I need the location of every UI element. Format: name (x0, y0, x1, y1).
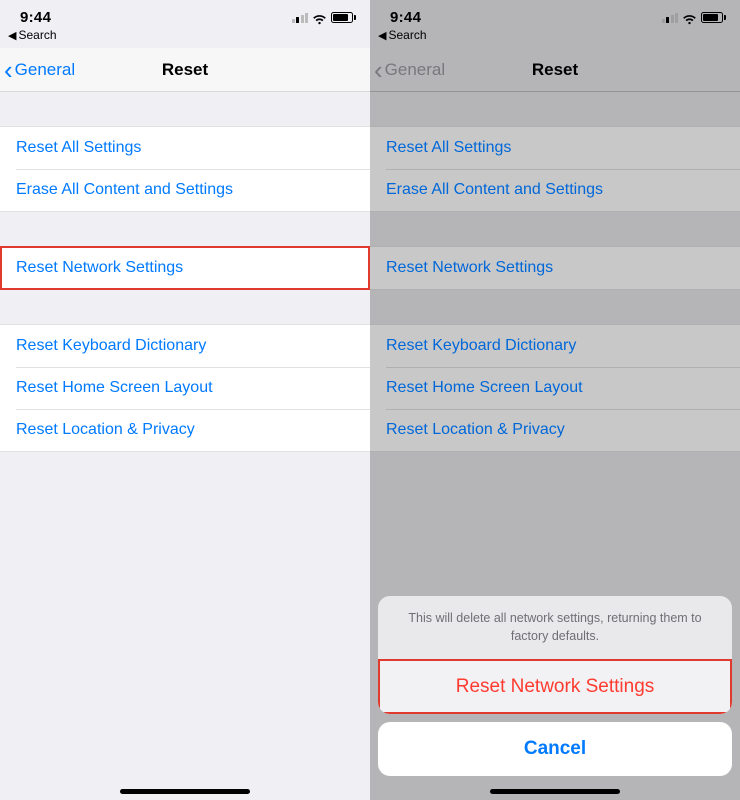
phone-left: 9:44 ◀ Search ‹ General Reset Reset All … (0, 0, 370, 800)
row-reset-keyboard-dictionary[interactable]: Reset Keyboard Dictionary (0, 325, 370, 367)
back-triangle-icon: ◀ (378, 29, 386, 42)
status-bar: 9:44 (370, 0, 740, 28)
status-time: 9:44 (20, 9, 51, 26)
phone-right: 9:44 ◀ Search ‹ General Reset Reset All … (370, 0, 740, 800)
nav-back-label: General (15, 60, 75, 80)
action-sheet-cancel[interactable]: Cancel (378, 722, 732, 776)
action-sheet-confirm[interactable]: Reset Network Settings (378, 659, 732, 714)
action-sheet-message: This will delete all network settings, r… (378, 596, 732, 659)
row-reset-network-settings[interactable]: Reset Network Settings (0, 247, 370, 289)
row-reset-home-screen-layout[interactable]: Reset Home Screen Layout (0, 367, 370, 409)
row-reset-all-settings: Reset All Settings (370, 127, 740, 169)
nav-back-button: ‹ General (370, 57, 445, 83)
row-reset-network-settings: Reset Network Settings (370, 247, 740, 289)
status-time: 9:44 (390, 9, 421, 26)
row-erase-all-content: Erase All Content and Settings (370, 169, 740, 211)
row-reset-all-settings[interactable]: Reset All Settings (0, 127, 370, 169)
settings-group-3: Reset Keyboard Dictionary Reset Home Scr… (0, 324, 370, 452)
nav-bar: ‹ General Reset (370, 48, 740, 92)
nav-back-label: General (385, 60, 445, 80)
chevron-left-icon: ‹ (4, 57, 13, 83)
settings-group-1: Reset All Settings Erase All Content and… (0, 126, 370, 212)
nav-bar: ‹ General Reset (0, 48, 370, 92)
nav-back-button[interactable]: ‹ General (0, 57, 75, 83)
cell-signal-icon (662, 12, 679, 23)
home-indicator[interactable] (490, 789, 620, 794)
row-reset-location-privacy: Reset Location & Privacy (370, 409, 740, 451)
back-to-search[interactable]: ◀ Search (370, 28, 740, 48)
row-reset-keyboard-dictionary: Reset Keyboard Dictionary (370, 325, 740, 367)
settings-group-1: Reset All Settings Erase All Content and… (370, 126, 740, 212)
battery-icon (331, 12, 356, 23)
wifi-icon (312, 12, 327, 23)
settings-group-2: Reset Network Settings (0, 246, 370, 290)
back-to-search[interactable]: ◀ Search (0, 28, 370, 48)
settings-group-2: Reset Network Settings (370, 246, 740, 290)
status-bar: 9:44 (0, 0, 370, 28)
row-reset-location-privacy[interactable]: Reset Location & Privacy (0, 409, 370, 451)
home-indicator[interactable] (120, 789, 250, 794)
row-reset-home-screen-layout: Reset Home Screen Layout (370, 367, 740, 409)
cell-signal-icon (292, 12, 309, 23)
chevron-left-icon: ‹ (374, 57, 383, 83)
battery-icon (701, 12, 726, 23)
action-sheet: This will delete all network settings, r… (378, 596, 732, 776)
back-triangle-icon: ◀ (8, 29, 16, 42)
wifi-icon (682, 12, 697, 23)
row-erase-all-content[interactable]: Erase All Content and Settings (0, 169, 370, 211)
settings-group-3: Reset Keyboard Dictionary Reset Home Scr… (370, 324, 740, 452)
